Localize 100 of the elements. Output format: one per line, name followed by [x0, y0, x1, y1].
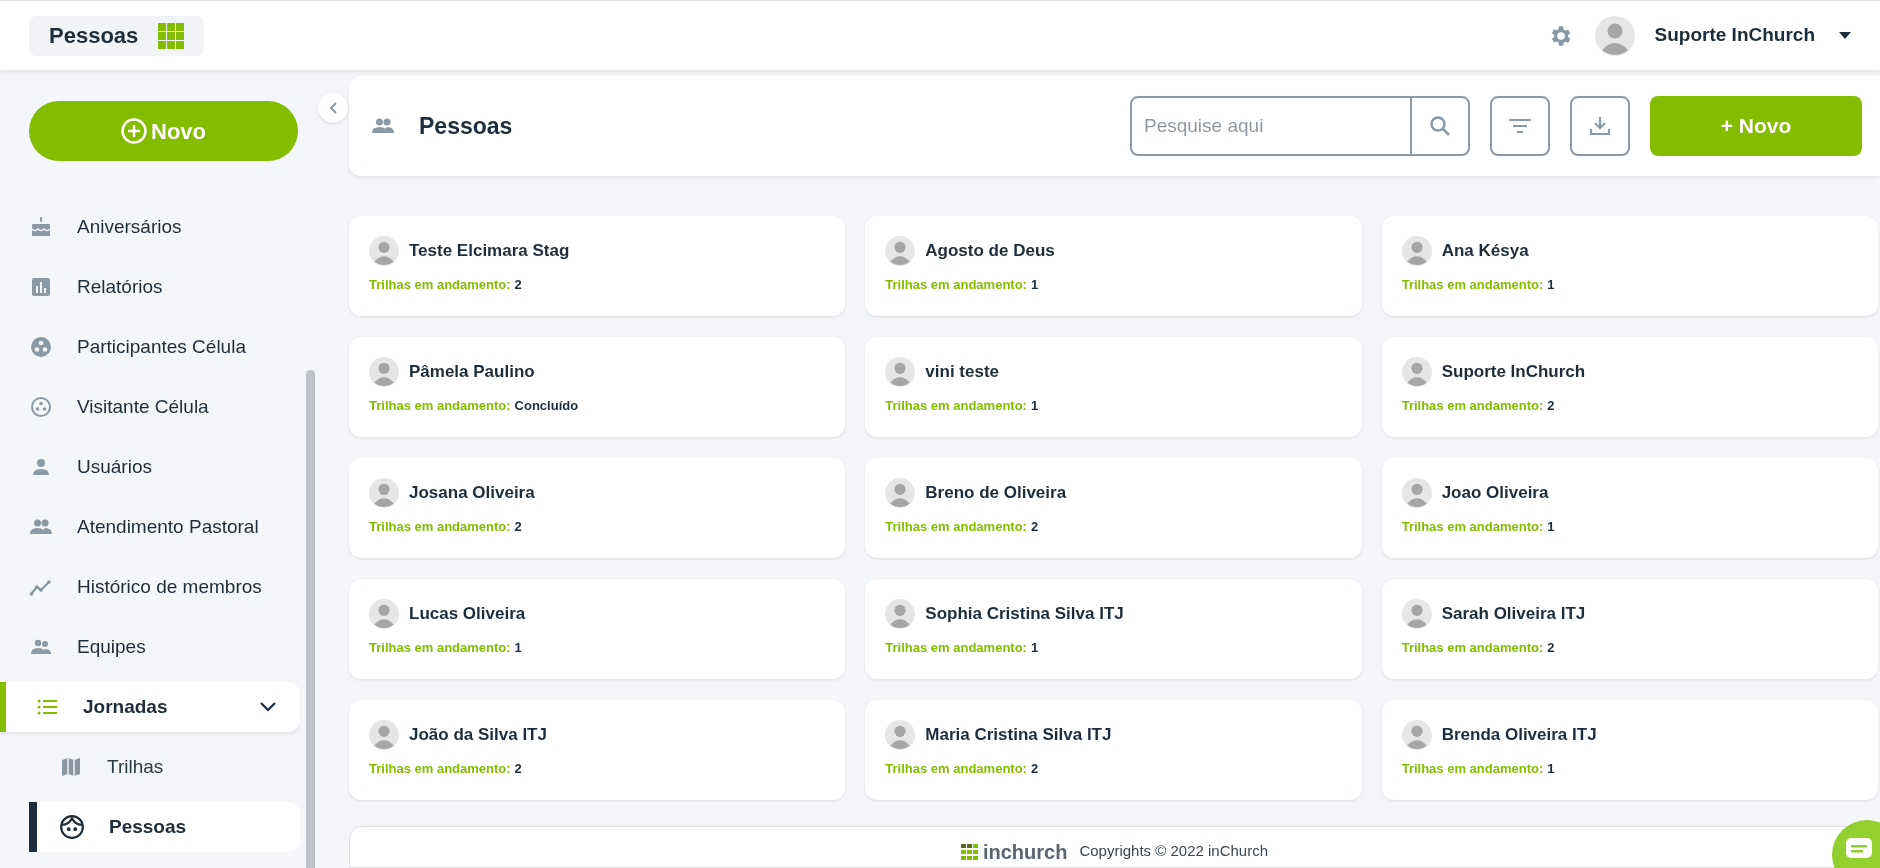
trail-value: 2 [1547, 397, 1555, 415]
person-name: Teste Elcimara Stag [409, 240, 570, 263]
avatar-icon [885, 720, 916, 750]
caret-icon[interactable] [1839, 31, 1851, 40]
person-card[interactable]: Joao Oliveira Trilhas em andamento: 1 [1381, 458, 1878, 558]
grid-icon [158, 22, 185, 49]
logo-icon [960, 844, 979, 860]
trail-value: 2 [1030, 518, 1039, 536]
trail-value: 2 [514, 518, 522, 536]
trail-value: 2 [1547, 639, 1555, 657]
avatar-icon [885, 357, 916, 387]
avatar-icon [1594, 15, 1635, 56]
dots-circle-icon [29, 335, 53, 359]
trail-value: 1 [1030, 397, 1039, 415]
person-name: Agosto de Deus [925, 240, 1055, 263]
person-card[interactable]: Josana Oliveira Trilhas em andamento: 2 [349, 458, 846, 558]
person-card[interactable]: Breno de Oliveira Trilhas em andamento: 2 [865, 458, 1362, 558]
sidebar-subitem[interactable]: Pessoas [29, 802, 300, 852]
person-card[interactable]: Pâmela Paulino Trilhas em andamento: Concluído [349, 337, 846, 437]
sidebar-item[interactable]: Visitante Célula [0, 382, 300, 432]
person-name: Lucas Oliveira [409, 603, 526, 626]
person-name: Suporte InChurch [1441, 361, 1586, 384]
person-name: Brenda Oliveira ITJ [1441, 724, 1597, 747]
download-icon [1589, 115, 1611, 137]
plus-circle-icon [121, 118, 147, 144]
chevron-left-icon [329, 102, 337, 114]
module-selector[interactable]: Pessoas [29, 15, 205, 56]
face-icon [59, 814, 85, 840]
sidebar-item[interactable]: Relatórios [0, 262, 300, 312]
person-card[interactable]: Sarah Oliveira ITJ Trilhas em andamento: 2 [1381, 579, 1878, 679]
trail-label: Trilhas em andamento: [369, 760, 511, 778]
avatar-icon [369, 236, 399, 266]
copyright-text: Copyrights © 2022 inChurch [1079, 841, 1269, 861]
collapse-button[interactable] [318, 93, 348, 123]
avatar-icon [1401, 599, 1432, 629]
sidebar-item[interactable]: Jornadas [0, 682, 300, 732]
trail-value: 1 [1030, 639, 1039, 657]
trail-value: 1 [1547, 518, 1555, 536]
sidebar-item[interactable]: Participantes Célula [0, 322, 300, 372]
sidebar-item[interactable]: Aniversários [0, 202, 300, 252]
avatar-icon [1401, 720, 1432, 750]
sidebar-subitem[interactable]: Trilhas [29, 742, 300, 792]
person-card[interactable]: Maria Cristina Silva ITJ Trilhas em andamento: 2 [865, 700, 1362, 800]
person-name: João da Silva ITJ [409, 724, 547, 747]
person-name: Joao Oliveira [1441, 482, 1549, 505]
person-name: Pâmela Paulino [409, 361, 535, 384]
page-title: Pessoas [419, 111, 513, 141]
search-field[interactable]: Pesquise aqui [1132, 98, 1410, 154]
trail-value: 1 [1030, 276, 1039, 294]
avatar-icon [369, 720, 399, 750]
trail-label: Trilhas em andamento: [1401, 276, 1544, 294]
person-name: Josana Oliveira [409, 482, 535, 505]
avatar-icon [1401, 478, 1432, 508]
trail-label: Trilhas em andamento: [1401, 518, 1544, 536]
person-card[interactable]: Ana Késya Trilhas em andamento: 1 [1381, 216, 1878, 316]
avatar-icon [369, 478, 399, 508]
sidebar-item[interactable]: Usuários [0, 442, 300, 492]
person-card[interactable]: vini teste Trilhas em andamento: 1 [865, 337, 1362, 437]
scrollbar[interactable] [306, 370, 315, 868]
person-card[interactable]: Agosto de Deus Trilhas em andamento: 1 [865, 216, 1362, 316]
trail-value: 2 [1030, 760, 1039, 778]
trail-value: 1 [514, 639, 522, 657]
trail-label: Trilhas em andamento: [369, 518, 511, 536]
trail-value: Concluído [514, 397, 579, 415]
trail-label: Trilhas em andamento: [885, 760, 1027, 778]
filter-icon [1508, 117, 1532, 135]
avatar-icon [1401, 357, 1432, 387]
person-card[interactable]: João da Silva ITJ Trilhas em andamento: 2 [349, 700, 846, 800]
person-name: Ana Késya [1441, 240, 1529, 263]
person-name: vini teste [925, 361, 1000, 384]
trail-value: 1 [1547, 760, 1555, 778]
logo-text: inchurch [982, 840, 1068, 865]
trail-label: Trilhas em andamento: [885, 276, 1027, 294]
search-bar[interactable]: Pesquise aqui [1130, 96, 1470, 156]
trail-label: Trilhas em andamento: [369, 276, 511, 294]
person-name: Breno de Oliveira [925, 482, 1067, 505]
person-card[interactable]: Teste Elcimara Stag Trilhas em andamento: 2 [349, 216, 846, 316]
person-card[interactable]: Brenda Oliveira ITJ Trilhas em andamento: 1 [1381, 700, 1878, 800]
trail-label: Trilhas em andamento: [1401, 760, 1544, 778]
person-card[interactable]: Suporte InChurch Trilhas em andamento: 2 [1381, 337, 1878, 437]
trail-value: 1 [1547, 276, 1555, 294]
trail-label: Trilhas em andamento: [369, 639, 511, 657]
trail-label: Trilhas em andamento: [369, 397, 511, 415]
person-card[interactable]: Lucas Oliveira Trilhas em andamento: 1 [349, 579, 846, 679]
user-name[interactable]: Suporte InChurch [1654, 21, 1815, 50]
person-name: Sophia Cristina Silva ITJ [925, 603, 1124, 626]
cake-icon [29, 215, 53, 239]
sidebar-item[interactable]: Equipes [0, 622, 300, 672]
sidebar-item[interactable]: Atendimento Pastoral [0, 502, 300, 552]
trail-value: 2 [514, 276, 522, 294]
person-card[interactable]: Sophia Cristina Silva ITJ Trilhas em andamento: 1 [865, 579, 1362, 679]
download-button[interactable] [1570, 96, 1630, 156]
trail-label: Trilhas em andamento: [1401, 639, 1544, 657]
avatar-icon [369, 599, 399, 629]
bar-chart-icon [29, 275, 53, 299]
person-name: Sarah Oliveira ITJ [1441, 603, 1586, 626]
filter-button[interactable] [1490, 96, 1550, 156]
trail-label: Trilhas em andamento: [885, 639, 1027, 657]
sidebar-item[interactable]: Histórico de membros [0, 562, 300, 612]
chat-icon [1846, 838, 1872, 858]
